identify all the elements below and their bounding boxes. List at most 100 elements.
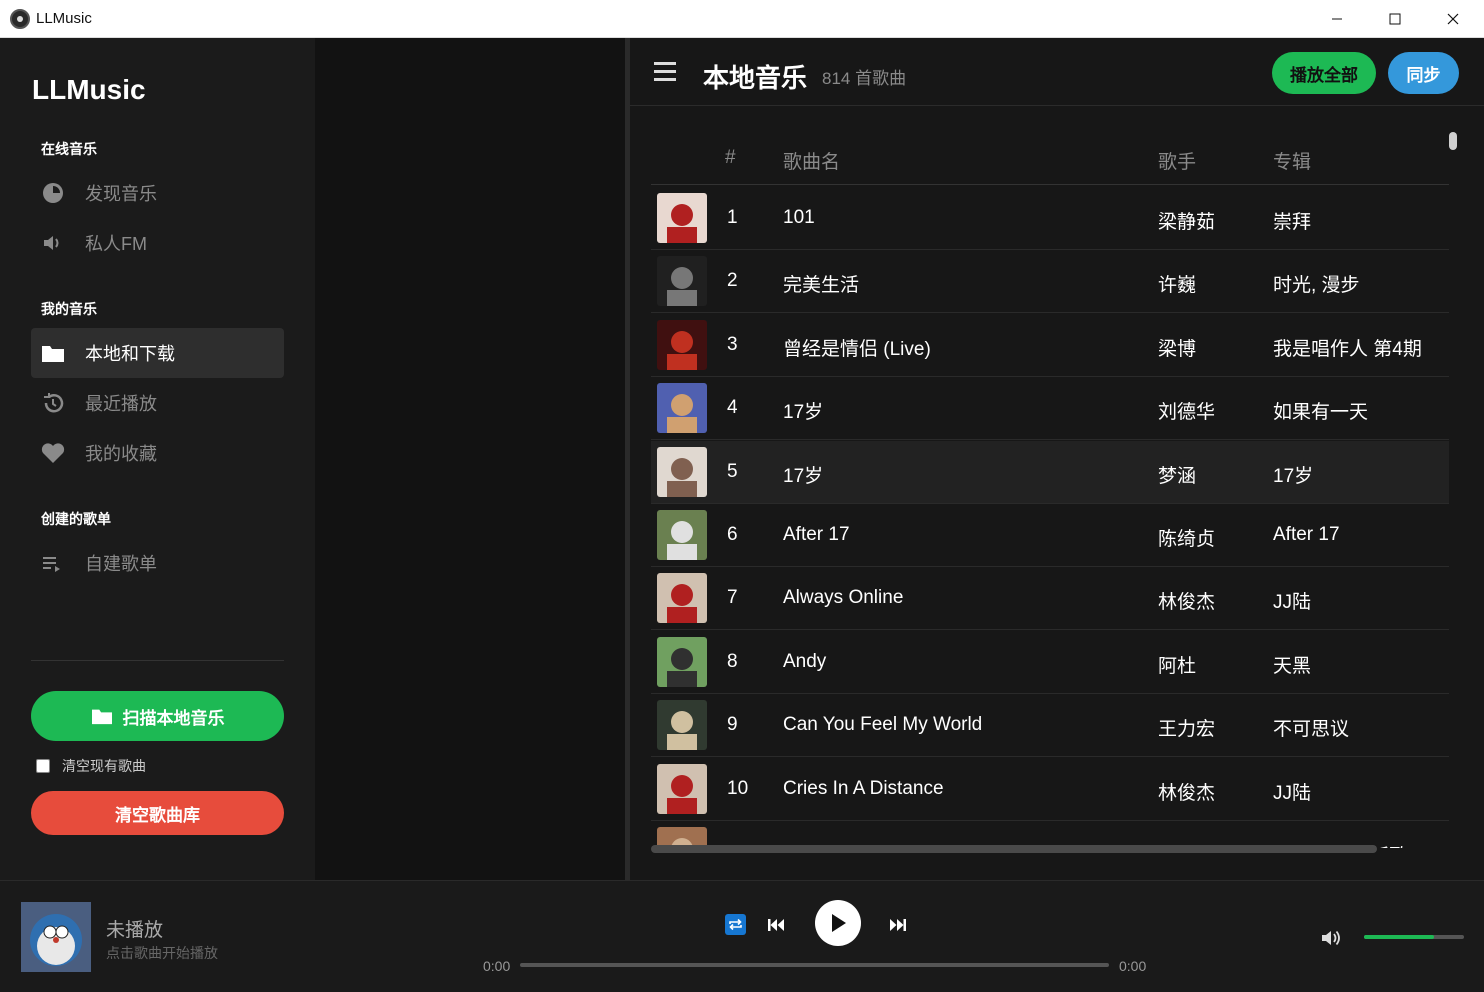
song-name: 曾经是情侣 (Live) xyxy=(783,338,931,360)
song-index: 8 xyxy=(727,650,738,672)
song-index: 3 xyxy=(727,333,738,355)
song-index: 1 xyxy=(727,207,738,228)
song-artist[interactable]: 刘德华 xyxy=(1158,397,1215,424)
table-row[interactable]: 3 曾经是情侣 (Live) 梁博 我是唱作人 第4期 xyxy=(651,314,1449,377)
horizontal-scrollbar[interactable] xyxy=(651,845,1449,853)
compass-icon xyxy=(31,181,75,205)
window-title: LLMusic xyxy=(36,10,92,27)
menu-icon[interactable] xyxy=(654,62,676,82)
album-cover xyxy=(657,446,707,497)
next-button[interactable] xyxy=(888,915,908,940)
volume-slider[interactable] xyxy=(1364,935,1464,939)
content-header: 本地音乐 814 首歌曲 播放全部 同步 xyxy=(630,38,1484,106)
song-index: 2 xyxy=(727,270,738,292)
sidebar-item-custom-playlist[interactable]: 自建歌单 xyxy=(31,538,284,588)
speaker-icon xyxy=(31,231,75,255)
vertical-scrollbar[interactable] xyxy=(1449,132,1457,150)
song-album[interactable]: JJ陆 xyxy=(1273,587,1311,614)
song-table: # 歌曲名 歌手 专辑 1 101 梁静茹 崇拜 2 完美生活 许巍 时光, 漫步 3 曾经是情侣… xyxy=(651,130,1449,848)
table-row[interactable]: 4 17岁 刘德华 如果有一天 xyxy=(651,377,1449,441)
maximize-button[interactable] xyxy=(1366,0,1424,38)
table-row[interactable]: 9 Can You Feel My World 王力宏 不可思议 xyxy=(651,694,1449,758)
song-artist[interactable]: 许巍 xyxy=(1158,270,1196,297)
song-count: 814 首歌曲 xyxy=(822,69,907,88)
song-album[interactable]: 天黑 xyxy=(1273,651,1311,678)
sidebar-item-favorites[interactable]: 我的收藏 xyxy=(31,428,284,478)
sidebar-item-label: 最近播放 xyxy=(85,394,157,414)
repeat-button[interactable] xyxy=(725,914,746,935)
sync-button[interactable]: 同步 xyxy=(1388,52,1459,94)
album-cover xyxy=(657,319,707,370)
minimize-icon xyxy=(1332,18,1342,20)
album-cover xyxy=(657,510,707,560)
progress-bar[interactable] xyxy=(520,963,1109,967)
clear-existing-option[interactable]: 清空现有歌曲 xyxy=(36,756,146,776)
column-index[interactable]: # xyxy=(725,147,736,169)
album-cover xyxy=(657,256,707,307)
previous-button[interactable] xyxy=(766,915,786,940)
sidebar-item-fm[interactable]: 私人FM xyxy=(31,218,284,268)
sidebar-divider xyxy=(31,660,284,661)
column-album[interactable]: 专辑 xyxy=(1273,147,1311,174)
song-album[interactable]: JJ陆 xyxy=(1273,778,1311,805)
brand-title: LLMusic xyxy=(32,74,146,105)
sidebar-item-local[interactable]: 本地和下载 xyxy=(31,328,284,378)
section-my-music: 我的音乐 xyxy=(41,301,97,317)
play-button[interactable] xyxy=(815,900,861,946)
table-row[interactable]: 7 Always Online 林俊杰 JJ陆 xyxy=(651,567,1449,631)
sidebar-item-label: 发现音乐 xyxy=(85,184,157,204)
folder-icon xyxy=(91,709,112,725)
minimize-button[interactable] xyxy=(1308,0,1366,38)
page-title: 本地音乐 xyxy=(703,63,808,93)
album-cover xyxy=(657,573,707,624)
play-all-button[interactable]: 播放全部 xyxy=(1272,52,1376,94)
song-album[interactable]: 17岁 xyxy=(1273,461,1313,488)
song-album[interactable]: 崇拜 xyxy=(1273,207,1311,234)
close-button[interactable] xyxy=(1424,0,1482,38)
song-artist[interactable]: 梁博 xyxy=(1158,334,1196,361)
table-row[interactable]: 2 完美生活 许巍 时光, 漫步 xyxy=(651,250,1449,314)
song-name: Always Online xyxy=(783,587,904,609)
sidebar-item-discover[interactable]: 发现音乐 xyxy=(31,168,284,218)
previous-icon xyxy=(768,919,784,931)
song-artist[interactable]: 王力宏 xyxy=(1158,714,1215,741)
song-album[interactable]: 时光, 漫步 xyxy=(1273,270,1360,297)
song-artist[interactable]: 梁静茹 xyxy=(1158,207,1215,234)
column-name[interactable]: 歌曲名 xyxy=(783,147,840,174)
song-artist[interactable]: 阿杜 xyxy=(1158,651,1196,678)
sidebar-item-label: 本地和下载 xyxy=(85,344,175,364)
song-album[interactable]: 我是唱作人 第4期 xyxy=(1273,334,1422,361)
song-index: 4 xyxy=(727,397,738,419)
album-cover xyxy=(657,193,707,243)
folder-icon xyxy=(31,342,75,364)
table-row[interactable]: 5 17岁 梦涵 17岁 xyxy=(651,440,1449,504)
volume-icon[interactable] xyxy=(1320,928,1342,953)
column-artist[interactable]: 歌手 xyxy=(1158,147,1196,174)
close-icon xyxy=(1447,13,1459,25)
table-row[interactable]: 8 Andy 阿杜 天黑 xyxy=(651,631,1449,694)
song-artist[interactable]: 林俊杰 xyxy=(1158,778,1215,805)
table-row[interactable]: 10 Cries In A Distance 林俊杰 JJ陆 xyxy=(651,758,1449,821)
sidebar-item-label: 私人FM xyxy=(85,234,147,254)
now-playing-subtitle: 点击歌曲开始播放 xyxy=(106,945,218,961)
song-artist[interactable]: 林俊杰 xyxy=(1158,587,1215,614)
song-album[interactable]: After 17 xyxy=(1273,524,1340,546)
song-artist[interactable]: 陈绮贞 xyxy=(1158,524,1215,551)
horizontal-scroll-thumb[interactable] xyxy=(651,845,1377,853)
song-album[interactable]: 不可思议 xyxy=(1273,714,1349,741)
clear-existing-label: 清空现有歌曲 xyxy=(62,758,146,774)
clear-library-button[interactable]: 清空歌曲库 xyxy=(31,791,284,835)
scan-local-music-button[interactable]: 扫描本地音乐 xyxy=(31,691,284,741)
table-row[interactable]: 1 101 梁静茹 崇拜 xyxy=(651,187,1449,250)
heart-icon xyxy=(31,442,75,464)
maximize-icon xyxy=(1389,13,1401,25)
song-artist[interactable]: 梦涵 xyxy=(1158,461,1196,488)
table-row[interactable]: 闪耀 2005 (新歌 xyxy=(651,821,1449,848)
song-name: 完美生活 xyxy=(783,275,860,297)
table-row[interactable]: 6 After 17 陈绮贞 After 17 xyxy=(651,504,1449,567)
song-album[interactable]: 如果有一天 xyxy=(1273,397,1368,424)
sidebar-item-recent[interactable]: 最近播放 xyxy=(31,378,284,428)
song-name: Cries In A Distance xyxy=(783,777,944,799)
clear-existing-checkbox[interactable] xyxy=(36,759,50,773)
sidebar-item-label: 自建歌单 xyxy=(85,554,157,574)
